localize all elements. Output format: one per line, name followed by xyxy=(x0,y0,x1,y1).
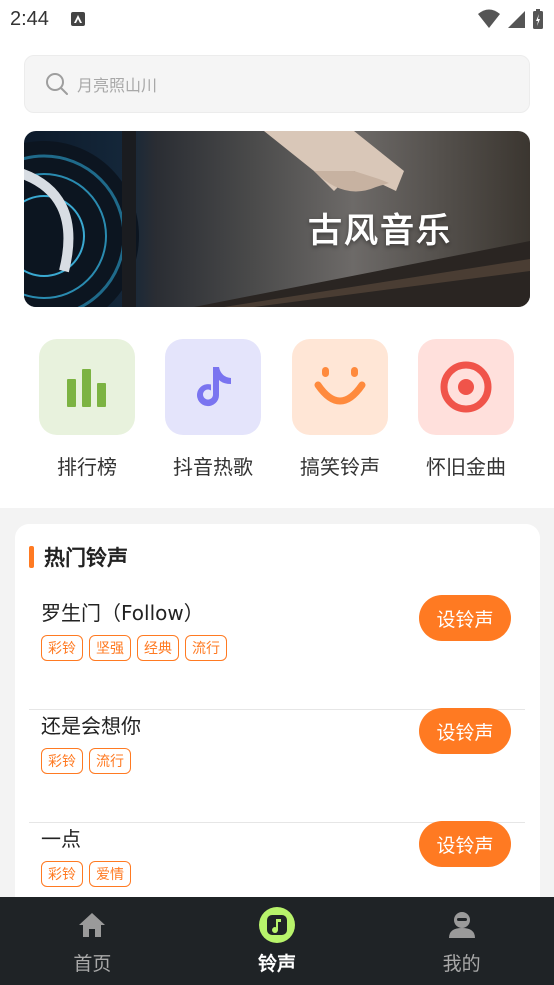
nav-label: 我的 xyxy=(442,953,481,975)
status-time: 2:44 xyxy=(10,7,49,30)
ringtone-title: 还是会想你 xyxy=(41,714,141,738)
search-icon xyxy=(46,73,68,95)
status-icons xyxy=(478,8,544,30)
set-ringtone-button[interactable]: 设铃声 xyxy=(419,595,511,641)
category-nostalgia[interactable]: 怀旧金曲 xyxy=(411,339,521,480)
tag: 彩铃 xyxy=(41,861,83,887)
search-placeholder: 月亮照山川 xyxy=(77,76,158,95)
category-grid: 排行榜 抖音热歌 搞笑铃声 怀旧金曲 xyxy=(0,339,554,489)
smile-icon xyxy=(292,339,388,435)
ringtone-title: 一点 xyxy=(41,827,81,851)
profile-icon xyxy=(444,907,480,943)
ringtone-row[interactable]: 罗生门（Follow） 彩铃 坚强 经典 流行 设铃声 xyxy=(29,595,525,710)
nav-label: 铃声 xyxy=(258,953,297,975)
signal-icon xyxy=(508,11,525,28)
category-ranking[interactable]: 排行榜 xyxy=(32,339,142,480)
battery-icon xyxy=(533,9,543,29)
tag: 彩铃 xyxy=(41,635,83,661)
home-icon xyxy=(74,907,110,943)
tag: 经典 xyxy=(137,635,179,661)
hot-ringtones-card: 热门铃声 罗生门（Follow） 彩铃 坚强 经典 流行 设铃声 还是会想你 彩… xyxy=(15,524,540,924)
status-bar: 2:44 xyxy=(0,0,554,38)
nav-profile[interactable]: 我的 xyxy=(369,897,554,985)
tag: 爱情 xyxy=(89,861,131,887)
nav-home[interactable]: 首页 xyxy=(0,897,185,985)
tag: 流行 xyxy=(89,748,131,774)
wifi-icon xyxy=(478,9,500,28)
banner-title: 古风音乐 xyxy=(308,211,452,251)
section-header: 热门铃声 xyxy=(29,542,128,572)
tag: 流行 xyxy=(185,635,227,661)
category-label: 抖音热歌 xyxy=(173,455,253,479)
banner-image xyxy=(24,131,530,307)
notification-icon xyxy=(70,12,85,26)
ringtone-title: 罗生门（Follow） xyxy=(41,601,204,625)
section-accent-bar xyxy=(29,546,34,568)
set-ringtone-button[interactable]: 设铃声 xyxy=(419,821,511,867)
section-title: 热门铃声 xyxy=(44,546,128,570)
target-icon xyxy=(418,339,514,435)
category-funny[interactable]: 搞笑铃声 xyxy=(285,339,395,480)
ringtone-row[interactable]: 还是会想你 彩铃 流行 设铃声 xyxy=(29,708,525,823)
ringtone-icon xyxy=(259,907,295,943)
search-bar[interactable]: 月亮照山川 xyxy=(24,55,530,113)
nav-ringtone[interactable]: 铃声 xyxy=(185,897,370,985)
tag-list: 彩铃 坚强 经典 流行 xyxy=(41,635,227,661)
category-label: 怀旧金曲 xyxy=(426,455,506,479)
tag-list: 彩铃 流行 xyxy=(41,748,131,774)
category-label: 排行榜 xyxy=(57,455,117,479)
set-ringtone-button[interactable]: 设铃声 xyxy=(419,708,511,754)
nav-label: 首页 xyxy=(73,953,112,975)
tag: 彩铃 xyxy=(41,748,83,774)
category-label: 搞笑铃声 xyxy=(300,455,380,479)
bottom-nav: 首页 铃声 我的 xyxy=(0,897,554,985)
category-douyin[interactable]: 抖音热歌 xyxy=(158,339,268,480)
tag: 坚强 xyxy=(89,635,131,661)
bar-chart-icon xyxy=(39,339,135,435)
music-note-icon xyxy=(165,339,261,435)
banner[interactable]: 古风音乐 xyxy=(24,131,530,307)
tag-list: 彩铃 爱情 xyxy=(41,861,131,887)
